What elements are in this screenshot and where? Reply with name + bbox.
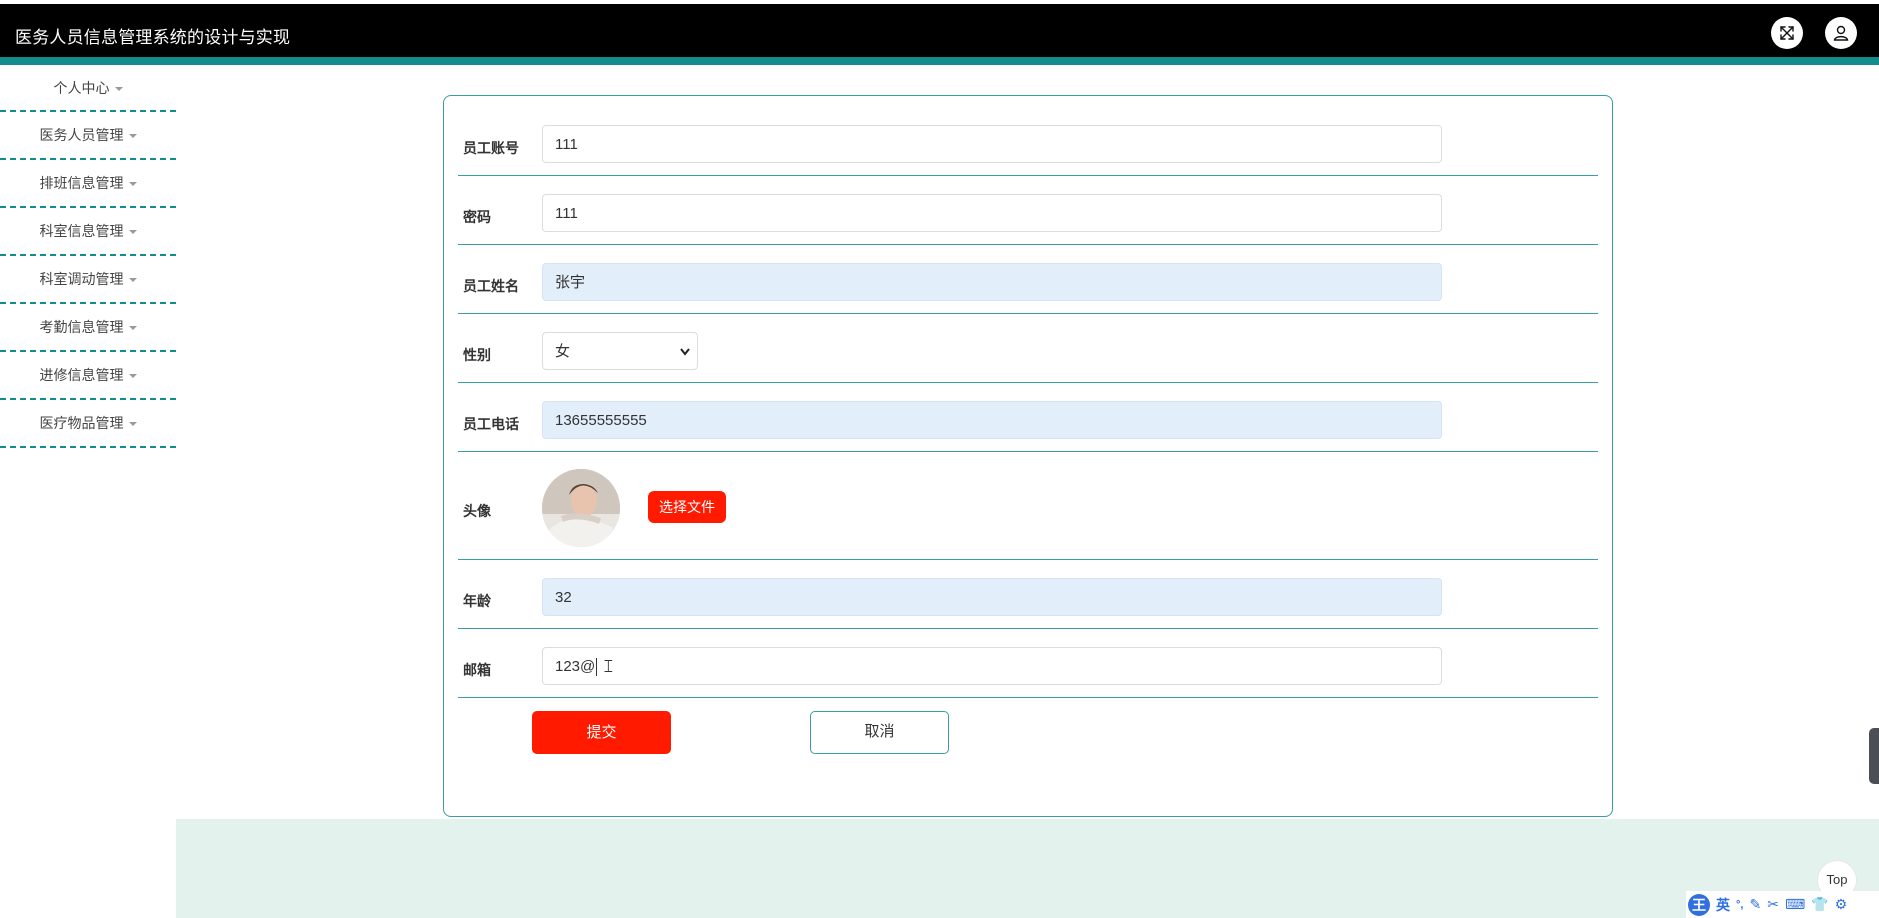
caret-down-icon [128,278,137,282]
shirt-icon[interactable]: 👕 [1811,896,1828,913]
email-label: 邮箱 [463,662,491,678]
top-header: 医务人员信息管理系统的设计与实现 [0,0,1879,66]
age-input[interactable]: 32 [542,578,1442,616]
user-icon [1833,25,1849,41]
content-background [176,819,1879,918]
sidebar-item-label: 医务人员管理 [39,127,124,143]
cancel-button[interactable]: 取消 [810,711,949,754]
sidebar-item-personal-center[interactable]: 个人中心 [0,66,176,112]
text-caret [596,658,598,677]
avatar-image [542,469,620,547]
sidebar-item-label: 医疗物品管理 [39,415,124,431]
sidebar-item-medical-supplies[interactable]: 医疗物品管理 [0,400,176,448]
header-accent-strip [0,57,1879,65]
gender-label: 性别 [463,347,491,363]
sidebar-item-label: 科室调动管理 [39,271,124,287]
avatar-label: 头像 [463,503,491,519]
caret-down-icon [128,230,137,234]
caret-down-icon [128,374,137,378]
caret-down-icon [128,182,137,186]
sidebar-item-staff[interactable]: 医务人员管理 [0,112,176,160]
form-row-password: 密码 111 [458,176,1598,245]
form-row-gender: 性别 女 [458,314,1598,383]
pen-icon[interactable]: ✎ [1749,896,1761,913]
name-label: 员工姓名 [463,278,519,294]
age-label: 年龄 [463,593,491,609]
sidebar-item-label: 个人中心 [53,80,110,96]
caret-down-icon [128,422,137,426]
password-label: 密码 [463,209,491,225]
password-input[interactable]: 111 [542,194,1442,232]
side-drawer-handle[interactable] [1869,728,1879,784]
gender-select[interactable]: 女 [542,332,698,370]
punctuation-icon[interactable]: °, [1736,899,1743,911]
ibeam-cursor-icon: 𝙸 [602,656,615,676]
sidebar-item-training[interactable]: 进修信息管理 [0,352,176,400]
name-input[interactable]: 张宇 [542,263,1442,301]
ime-logo-icon[interactable]: 王 [1688,893,1710,916]
form-row-avatar: 头像 选择文件 [458,452,1598,560]
sidebar-item-label: 科室信息管理 [39,223,124,239]
email-input[interactable]: 123@ [542,647,1442,685]
ime-toolbar: 王 英 °, ✎ ✂ ⌨ 👕 ⚙ [1686,891,1879,918]
sidebar-item-label: 进修信息管理 [39,367,124,383]
caret-down-icon [128,326,137,330]
personal-info-form: 员工账号 111 密码 111 员工姓名 张宇 性别 女 员工电话 136555… [443,95,1613,817]
form-row-account: 员工账号 111 [458,96,1598,176]
sidebar-item-label: 排班信息管理 [39,175,124,191]
gender-selected-value: 女 [555,343,571,360]
caret-down-icon [114,87,123,91]
phone-input[interactable]: 13655555555 [542,401,1442,439]
caret-down-icon [128,134,137,138]
settings-icon[interactable]: ⚙ [1835,896,1848,913]
sidebar-item-transfer[interactable]: 科室调动管理 [0,256,176,304]
sidebar-item-attendance[interactable]: 考勤信息管理 [0,304,176,352]
app-title: 医务人员信息管理系统的设计与实现 [15,28,291,47]
ime-mode-toggle[interactable]: 英 [1716,895,1730,915]
sidebar-item-schedule[interactable]: 排班信息管理 [0,160,176,208]
expand-icon [1780,26,1794,40]
form-row-name: 员工姓名 张宇 [458,245,1598,314]
email-value: 123@ [555,658,596,675]
account-label: 员工账号 [463,140,519,156]
sidebar-item-department[interactable]: 科室信息管理 [0,208,176,256]
account-input[interactable]: 111 [542,125,1442,163]
form-row-email: 邮箱 123@ 𝙸 [458,629,1598,698]
form-row-phone: 员工电话 13655555555 [458,383,1598,452]
phone-label: 员工电话 [463,416,519,432]
chevron-down-icon [679,333,691,386]
sidebar-item-label: 考勤信息管理 [39,319,124,335]
form-row-age: 年龄 32 [458,560,1598,629]
keyboard-icon[interactable]: ⌨ [1785,896,1805,913]
submit-button[interactable]: 提交 [532,711,671,754]
user-menu-button[interactable] [1825,17,1857,49]
fullscreen-button[interactable] [1771,17,1803,49]
sidebar: 个人中心 医务人员管理 排班信息管理 科室信息管理 科室调动管理 考勤信息管理 … [0,66,176,448]
scissors-icon[interactable]: ✂ [1767,896,1779,913]
choose-file-button[interactable]: 选择文件 [648,491,726,523]
